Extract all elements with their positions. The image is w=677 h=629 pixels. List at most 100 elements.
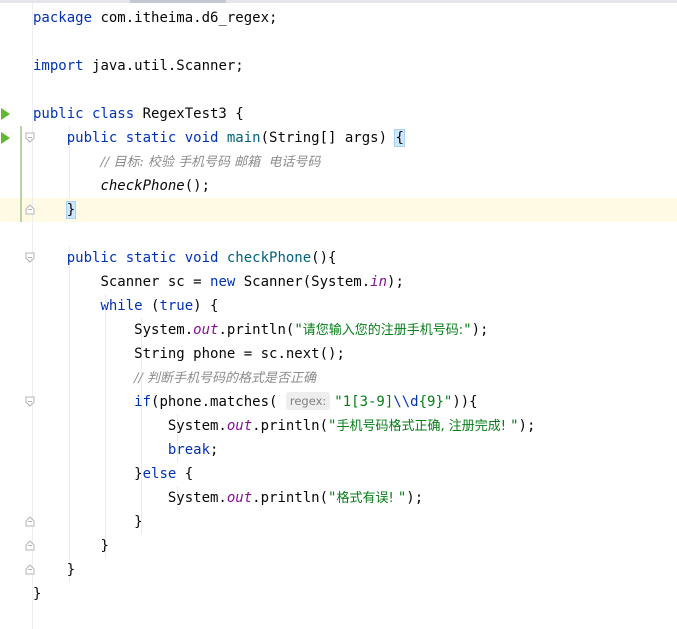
code-token: String phone = sc.next(); bbox=[134, 346, 345, 362]
code-token: {9}" bbox=[418, 394, 453, 410]
code-token: } bbox=[100, 538, 109, 554]
code-line-17[interactable]: if(phone.matches( regex: "1[3-9]\\d{9}"))… bbox=[33, 390, 677, 414]
code-line-14[interactable]: System.out.println("请您输入您的注册手机号码:"); bbox=[33, 318, 677, 342]
code-token: out bbox=[226, 490, 253, 506]
fold-close-icon[interactable] bbox=[25, 516, 35, 527]
code-line-15[interactable]: String phone = sc.next(); bbox=[33, 342, 677, 366]
code-token: if bbox=[134, 394, 152, 410]
code-token: ); bbox=[471, 322, 489, 338]
code-token: )){ bbox=[452, 394, 478, 410]
code-line-8[interactable]: checkPhone(); bbox=[33, 174, 677, 198]
code-line-20[interactable]: }else { bbox=[33, 462, 677, 486]
code-token: \\d bbox=[393, 394, 419, 410]
code-area[interactable]: package com.itheima.d6_regex;import java… bbox=[33, 0, 677, 629]
code-token: (); bbox=[184, 178, 211, 194]
code-line-9[interactable]: } bbox=[33, 198, 677, 222]
code-token: checkPhone bbox=[226, 250, 312, 266]
code-line-11[interactable]: public static void checkPhone(){ bbox=[33, 246, 677, 270]
code-line-4[interactable] bbox=[33, 78, 677, 102]
code-token: } bbox=[66, 562, 76, 578]
fold-close-icon[interactable] bbox=[25, 540, 35, 551]
code-token: { bbox=[394, 129, 405, 147]
code-line-25[interactable]: } bbox=[33, 582, 677, 606]
fold-open-icon[interactable] bbox=[25, 252, 35, 263]
code-token: Scanner sc = bbox=[100, 274, 211, 290]
code-line-2[interactable] bbox=[33, 30, 677, 54]
code-token: out bbox=[193, 322, 219, 338]
code-line-19[interactable]: break; bbox=[33, 438, 677, 462]
run-icon[interactable] bbox=[1, 108, 10, 120]
code-line-1[interactable]: package com.itheima.d6_regex; bbox=[33, 6, 677, 30]
code-token: .println( bbox=[252, 418, 329, 434]
code-token: .println( bbox=[218, 322, 295, 338]
code-token: in bbox=[370, 274, 388, 290]
code-token: ) { bbox=[193, 298, 219, 314]
code-line-23[interactable]: } bbox=[33, 534, 677, 558]
code-line-13[interactable]: while (true) { bbox=[33, 294, 677, 318]
code-token: .println( bbox=[252, 490, 329, 506]
code-token: ); bbox=[518, 418, 536, 434]
code-token: else bbox=[142, 466, 185, 482]
code-token: System. bbox=[167, 490, 227, 506]
code-line-10[interactable] bbox=[33, 222, 677, 246]
code-token: // 判断手机号码的格式是否正确 bbox=[134, 371, 317, 386]
code-line-22[interactable]: } bbox=[33, 510, 677, 534]
code-token: checkPhone bbox=[100, 178, 185, 194]
code-token: public static void bbox=[66, 250, 227, 266]
code-token: while bbox=[100, 298, 152, 314]
fold-open-icon[interactable] bbox=[25, 396, 35, 407]
code-line-3[interactable]: import java.util.Scanner; bbox=[33, 54, 677, 78]
code-line-24[interactable]: } bbox=[33, 558, 677, 582]
code-token: } bbox=[134, 466, 143, 482]
code-token: 格式有误! bbox=[336, 491, 398, 506]
code-token: } bbox=[33, 586, 42, 602]
code-token: public static void bbox=[66, 130, 227, 146]
code-token: " bbox=[294, 322, 303, 338]
code-token: (){ bbox=[311, 250, 337, 266]
code-token: break bbox=[167, 442, 211, 458]
code-token: Scanner(System. bbox=[243, 274, 371, 290]
fold-close-icon[interactable] bbox=[25, 564, 35, 575]
fold-open-icon[interactable] bbox=[25, 132, 35, 143]
editor-gutter[interactable] bbox=[0, 3, 33, 629]
fold-close-icon[interactable] bbox=[25, 204, 35, 215]
code-token: RegexTest3 { bbox=[142, 106, 244, 122]
code-line-21[interactable]: System.out.println("格式有误! "); bbox=[33, 486, 677, 510]
code-line-18[interactable]: System.out.println("手机号码格式正确, 注册完成! "); bbox=[33, 414, 677, 438]
code-token: 手机号码格式正确, 注册完成! bbox=[336, 419, 511, 434]
code-token: out bbox=[226, 418, 253, 434]
code-token: " bbox=[510, 418, 519, 434]
code-token: new bbox=[210, 274, 244, 290]
code-line-5[interactable]: public class RegexTest3 { bbox=[33, 102, 677, 126]
code-line-6[interactable]: public static void main(String[] args) { bbox=[33, 126, 677, 150]
code-token: main bbox=[226, 130, 261, 146]
code-editor[interactable]: package com.itheima.d6_regex;import java… bbox=[0, 0, 677, 629]
code-token: { bbox=[184, 466, 194, 482]
code-token: (String[] args) bbox=[260, 130, 396, 146]
code-token: " bbox=[463, 322, 472, 338]
code-token: import bbox=[33, 58, 93, 74]
vcs-change-marker[interactable] bbox=[20, 126, 22, 222]
code-token: true bbox=[159, 298, 194, 314]
code-token: // 目标: 校验 手机号码 邮箱 电话号码 bbox=[100, 155, 321, 170]
run-icon[interactable] bbox=[1, 132, 10, 144]
code-line-12[interactable]: Scanner sc = new Scanner(System.in); bbox=[33, 270, 677, 294]
code-line-16[interactable]: // 判断手机号码的格式是否正确 bbox=[33, 366, 677, 390]
code-line-7[interactable]: // 目标: 校验 手机号码 邮箱 电话号码 bbox=[33, 150, 677, 174]
